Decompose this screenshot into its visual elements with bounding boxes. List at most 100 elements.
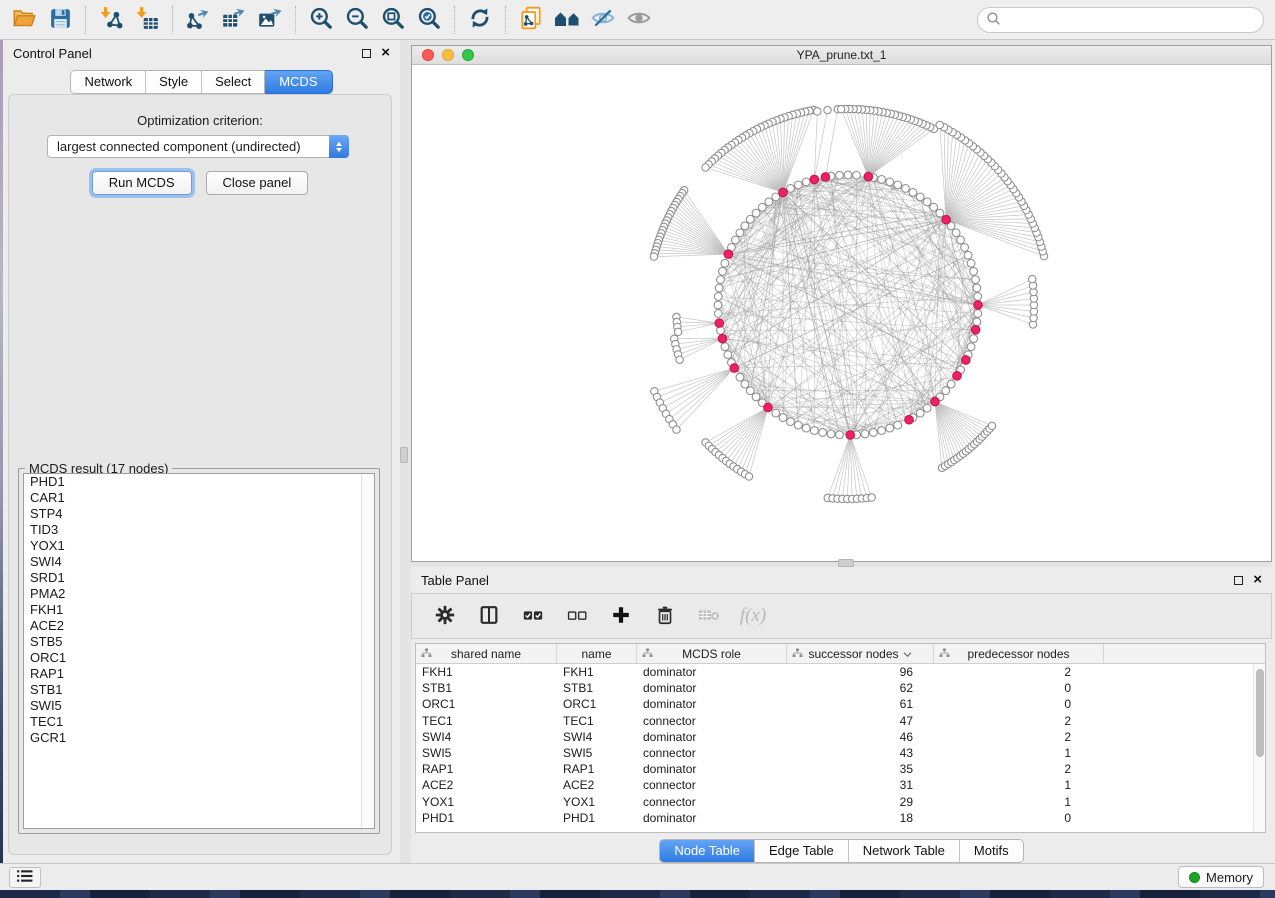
new-network-from-selection-button[interactable] [513,3,549,37]
select-all-button[interactable] [518,601,548,631]
zoom-selected-button[interactable] [411,3,447,37]
task-history-button[interactable] [9,867,41,888]
close-panel-button[interactable]: Close panel [206,171,309,195]
memory-label: Memory [1206,870,1253,885]
table-panel-title: Table Panel [421,573,489,588]
mcds-result-item[interactable]: CAR1 [24,490,374,506]
splitter-grip[interactable] [400,447,408,463]
zoom-in-button[interactable] [303,3,339,37]
mcds-result-item[interactable]: PMA2 [24,586,374,602]
memory-button[interactable]: Memory [1178,866,1264,888]
table-row[interactable]: STB1STB1dominator620 [416,680,1265,696]
save-session-button[interactable] [42,3,78,37]
export-table-icon [221,5,247,34]
table-scrollbar-thumb[interactable] [1256,669,1264,757]
save-floppy-icon [48,6,73,34]
table-row[interactable]: RAP1RAP1dominator352 [416,761,1265,777]
tab-motifs[interactable]: Motifs [960,840,1023,862]
tab-style[interactable]: Style [146,71,202,93]
import-table-button[interactable] [129,3,165,37]
search-box[interactable] [977,7,1264,33]
control-panel-title: Control Panel [13,46,92,61]
close-panel-icon[interactable]: × [1253,575,1262,585]
show-all-button[interactable] [621,3,657,37]
mcds-list-scrollbar[interactable] [361,474,374,828]
mcds-result-item[interactable]: STB1 [24,682,374,698]
function-fx-icon: f(x) [740,605,766,627]
column-header-predecessor-nodes[interactable]: predecessor nodes [934,644,1104,663]
mcds-result-item[interactable]: GCR1 [24,730,374,746]
trash-icon [654,604,676,629]
table-row[interactable]: FKH1FKH1dominator962 [416,664,1265,680]
export-network-button[interactable] [180,3,216,37]
zoom-selected-icon [416,5,442,34]
mcds-result-list[interactable]: PHD1 CAR1 STP4 TID3 YOX1 SWI4 SRD1 PMA2 … [23,473,375,829]
tab-edge-table[interactable]: Edge Table [755,840,849,862]
copy-network-icon [518,5,544,34]
mcds-result-item[interactable]: STB5 [24,634,374,650]
clear-selection-button[interactable] [562,601,592,631]
float-panel-icon[interactable] [1234,576,1243,585]
mcds-result-item[interactable]: ACE2 [24,618,374,634]
mcds-result-item[interactable]: FKH1 [24,602,374,618]
mcds-result-item[interactable]: SRD1 [24,570,374,586]
mcds-result-item[interactable]: SWI5 [24,698,374,714]
column-header-shared-name[interactable]: shared name [416,644,557,663]
mcds-result-item[interactable]: STP4 [24,506,374,522]
open-folder-icon [11,5,37,34]
mcds-result-item[interactable]: ORC1 [24,650,374,666]
table-row[interactable]: ORC1ORC1dominator610 [416,696,1265,712]
mcds-result-item[interactable]: RAP1 [24,666,374,682]
tab-node-table[interactable]: Node Table [660,840,755,862]
table-panel: Table Panel × [411,567,1272,863]
toolbar-separator [454,6,455,34]
column-header-mcds-role[interactable]: MCDS role [637,644,787,663]
mcds-result-item[interactable]: TID3 [24,522,374,538]
optimization-criterion-select[interactable]: largest connected component (undirected) [47,135,349,158]
run-mcds-button[interactable]: Run MCDS [92,171,192,195]
table-row[interactable]: PHD1PHD1dominator180 [416,810,1265,826]
vertical-splitter[interactable] [400,40,408,863]
column-header-filler [1104,644,1265,663]
mcds-result-item[interactable]: PHD1 [24,474,374,490]
table-row[interactable]: YOX1YOX1connector291 [416,794,1265,810]
show-columns-button[interactable] [474,601,504,631]
column-header-name[interactable]: name [557,644,637,663]
close-panel-icon[interactable]: × [381,48,390,58]
mcds-result-item[interactable]: TEC1 [24,714,374,730]
checked-boxes-icon [521,604,545,629]
zoom-fit-button[interactable] [375,3,411,37]
hide-selected-button[interactable] [585,3,621,37]
apply-layout-button[interactable] [462,3,498,37]
delete-columns-button[interactable] [650,601,680,631]
column-header-successor-nodes[interactable]: successor nodes [787,644,934,663]
network-canvas[interactable] [412,65,1271,561]
network-window-titlebar[interactable]: YPA_prune.txt_1 [412,46,1271,65]
search-input[interactable] [1002,10,1263,30]
open-file-button[interactable] [6,3,42,37]
network-window-title: YPA_prune.txt_1 [412,48,1271,62]
splitter-grip[interactable] [838,559,854,567]
table-scrollbar[interactable] [1253,665,1265,831]
float-panel-icon[interactable] [362,49,371,58]
tab-select[interactable]: Select [202,71,264,93]
add-column-button[interactable] [606,601,636,631]
table-row[interactable]: TEC1TEC1connector472 [416,713,1265,729]
export-image-button[interactable] [252,3,288,37]
table-settings-button[interactable] [430,601,460,631]
export-table-button[interactable] [216,3,252,37]
tab-mcds[interactable]: MCDS [265,70,332,94]
tab-network-table[interactable]: Network Table [849,840,960,862]
plus-icon [610,604,632,629]
mcds-result-item[interactable]: YOX1 [24,538,374,554]
mcds-result-item[interactable]: SWI4 [24,554,374,570]
main-toolbar [0,0,1275,40]
workspace-area: YPA_prune.txt_1 Table Panel × [408,40,1272,863]
first-neighbors-button[interactable] [549,3,585,37]
zoom-out-button[interactable] [339,3,375,37]
table-row[interactable]: SWI5SWI5connector431 [416,745,1265,761]
table-row[interactable]: SWI4SWI4dominator462 [416,729,1265,745]
tab-network[interactable]: Network [71,71,146,93]
import-network-button[interactable] [93,3,129,37]
table-row[interactable]: ACE2ACE2connector311 [416,777,1265,793]
